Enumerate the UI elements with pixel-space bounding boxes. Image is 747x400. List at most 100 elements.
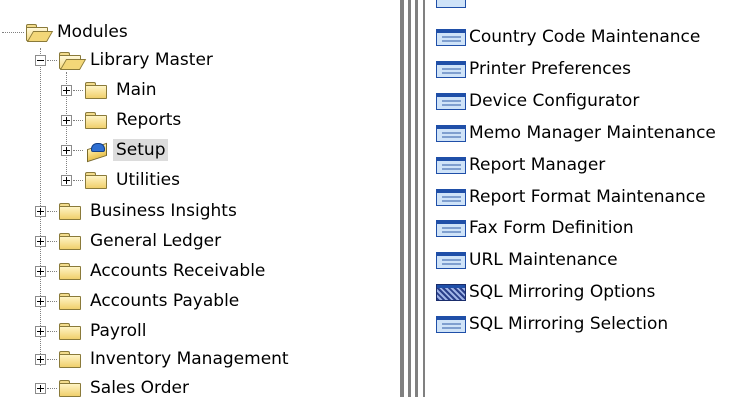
list-item-label: URL Maintenance [469,250,618,270]
pane-splitter[interactable] [400,0,426,397]
form-icon [436,28,466,46]
folder-icon [59,233,81,250]
tree-connector [73,89,83,91]
list-item[interactable]: Country Code Maintenance [436,24,700,50]
tree-node-label: Payroll [90,321,147,341]
list-item-label: Memo Manager Maintenance [469,123,716,143]
expand-toggle-icon[interactable] [35,353,46,365]
tree-connector [47,240,57,242]
expand-toggle-icon[interactable] [35,382,46,394]
tree-node-label: Sales Order [90,378,189,398]
tree-node-modules[interactable]: Modules [0,20,131,44]
tree-node-payroll[interactable]: Payroll [35,319,149,343]
modules-tree: Modules Library Master Main Reports Setu… [0,0,400,400]
form-icon [436,219,466,237]
list-item-label: SQL Mirroring Selection [469,314,669,334]
tree-node-business-insights[interactable]: Business Insights [35,199,240,223]
tree-node-label: General Ledger [90,231,222,251]
folder-open-icon [26,24,48,41]
list-item-label: Report Manager [469,155,606,175]
expand-toggle-icon[interactable] [35,265,46,277]
expand-toggle-icon[interactable] [35,235,46,247]
list-item[interactable]: Fax Form Definition [436,215,634,241]
list-item[interactable]: SQL Mirroring Selection [436,311,668,337]
tree-node-sales-order[interactable]: Sales Order [35,376,192,400]
tree-connector [47,270,57,272]
list-item-label: SQL Mirroring Options [469,282,656,302]
folder-icon [59,323,81,340]
splitter-bar [415,0,418,397]
list-item[interactable]: Device Configurator [436,88,639,114]
tree-node-inventory-management[interactable]: Inventory Management [35,347,292,371]
form-icon [436,0,466,8]
tree-node-label: Inventory Management [90,349,289,369]
splitter-bar [400,0,404,397]
tree-node-utilities[interactable]: Utilities [61,168,183,192]
expand-toggle-icon[interactable] [35,205,46,217]
folder-icon [85,112,107,129]
tree-node-label-selected: Setup [113,139,169,161]
tree-node-label: Accounts Receivable [90,261,266,281]
form-icon [436,188,466,206]
setup-folder-icon [85,142,107,163]
expand-toggle-icon[interactable] [61,84,72,96]
tree-connector [73,179,83,181]
tree-node-label: Main [116,80,157,100]
list-item[interactable]: Printer Preferences [436,56,631,82]
splitter-bar [408,0,411,397]
folder-icon [59,203,81,220]
folder-icon [59,380,81,397]
list-item[interactable]: URL Maintenance [436,247,618,273]
tree-node-general-ledger[interactable]: General Ledger [35,229,224,253]
tree-node-label: Modules [57,22,128,42]
form-icon [436,315,466,333]
tree-node-reports[interactable]: Reports [61,108,184,132]
list-item[interactable]: Memo Manager Maintenance [436,120,716,146]
form-icon [436,156,466,174]
form-icon [436,251,466,269]
list-item[interactable]: SQL Mirroring Options [436,279,655,305]
collapse-toggle-icon[interactable] [35,54,46,66]
tree-node-label: Business Insights [90,201,237,221]
tree-connector [47,59,57,61]
tree-connector [2,31,24,33]
expand-toggle-icon[interactable] [61,144,72,156]
tree-connector [47,387,57,389]
expand-toggle-icon[interactable] [35,325,46,337]
mirror-options-icon [436,283,466,301]
folder-icon [59,293,81,310]
tree-node-accounts-payable[interactable]: Accounts Payable [35,289,242,313]
tree-connector [47,330,57,332]
form-icon [436,92,466,110]
folder-open-icon [59,52,81,69]
tree-node-label: Accounts Payable [90,291,240,311]
folder-icon [85,82,107,99]
tree-connector [73,119,83,121]
tree-node-label: Reports [116,110,182,130]
list-item-label: Printer Preferences [469,59,631,79]
expand-toggle-icon[interactable] [61,174,72,186]
folder-icon [59,263,81,280]
splitter-bar [423,0,425,397]
list-item-label: Fax Form Definition [469,218,634,238]
list-item[interactable]: Report Manager [436,152,605,178]
folder-icon [59,351,81,368]
list-item-label: Device Configurator [469,91,640,111]
list-item-label: Country Code Maintenance [469,27,701,47]
tree-connector [47,358,57,360]
tree-node-accounts-receivable[interactable]: Accounts Receivable [35,259,268,283]
list-item[interactable]: Report Format Maintenance [436,184,706,210]
tree-node-label: Library Master [90,50,213,70]
tree-node-label: Utilities [116,170,180,190]
expand-toggle-icon[interactable] [35,295,46,307]
tree-connector [73,149,83,151]
tree-node-main[interactable]: Main [61,78,160,102]
tree-connector [47,210,57,212]
form-icon [436,60,466,78]
expand-toggle-icon[interactable] [61,114,72,126]
form-icon [436,124,466,142]
list-item-label: Report Format Maintenance [469,187,706,207]
tree-node-library-master[interactable]: Library Master [35,48,216,72]
tree-node-setup[interactable]: Setup [61,138,169,163]
folder-icon [85,172,107,189]
